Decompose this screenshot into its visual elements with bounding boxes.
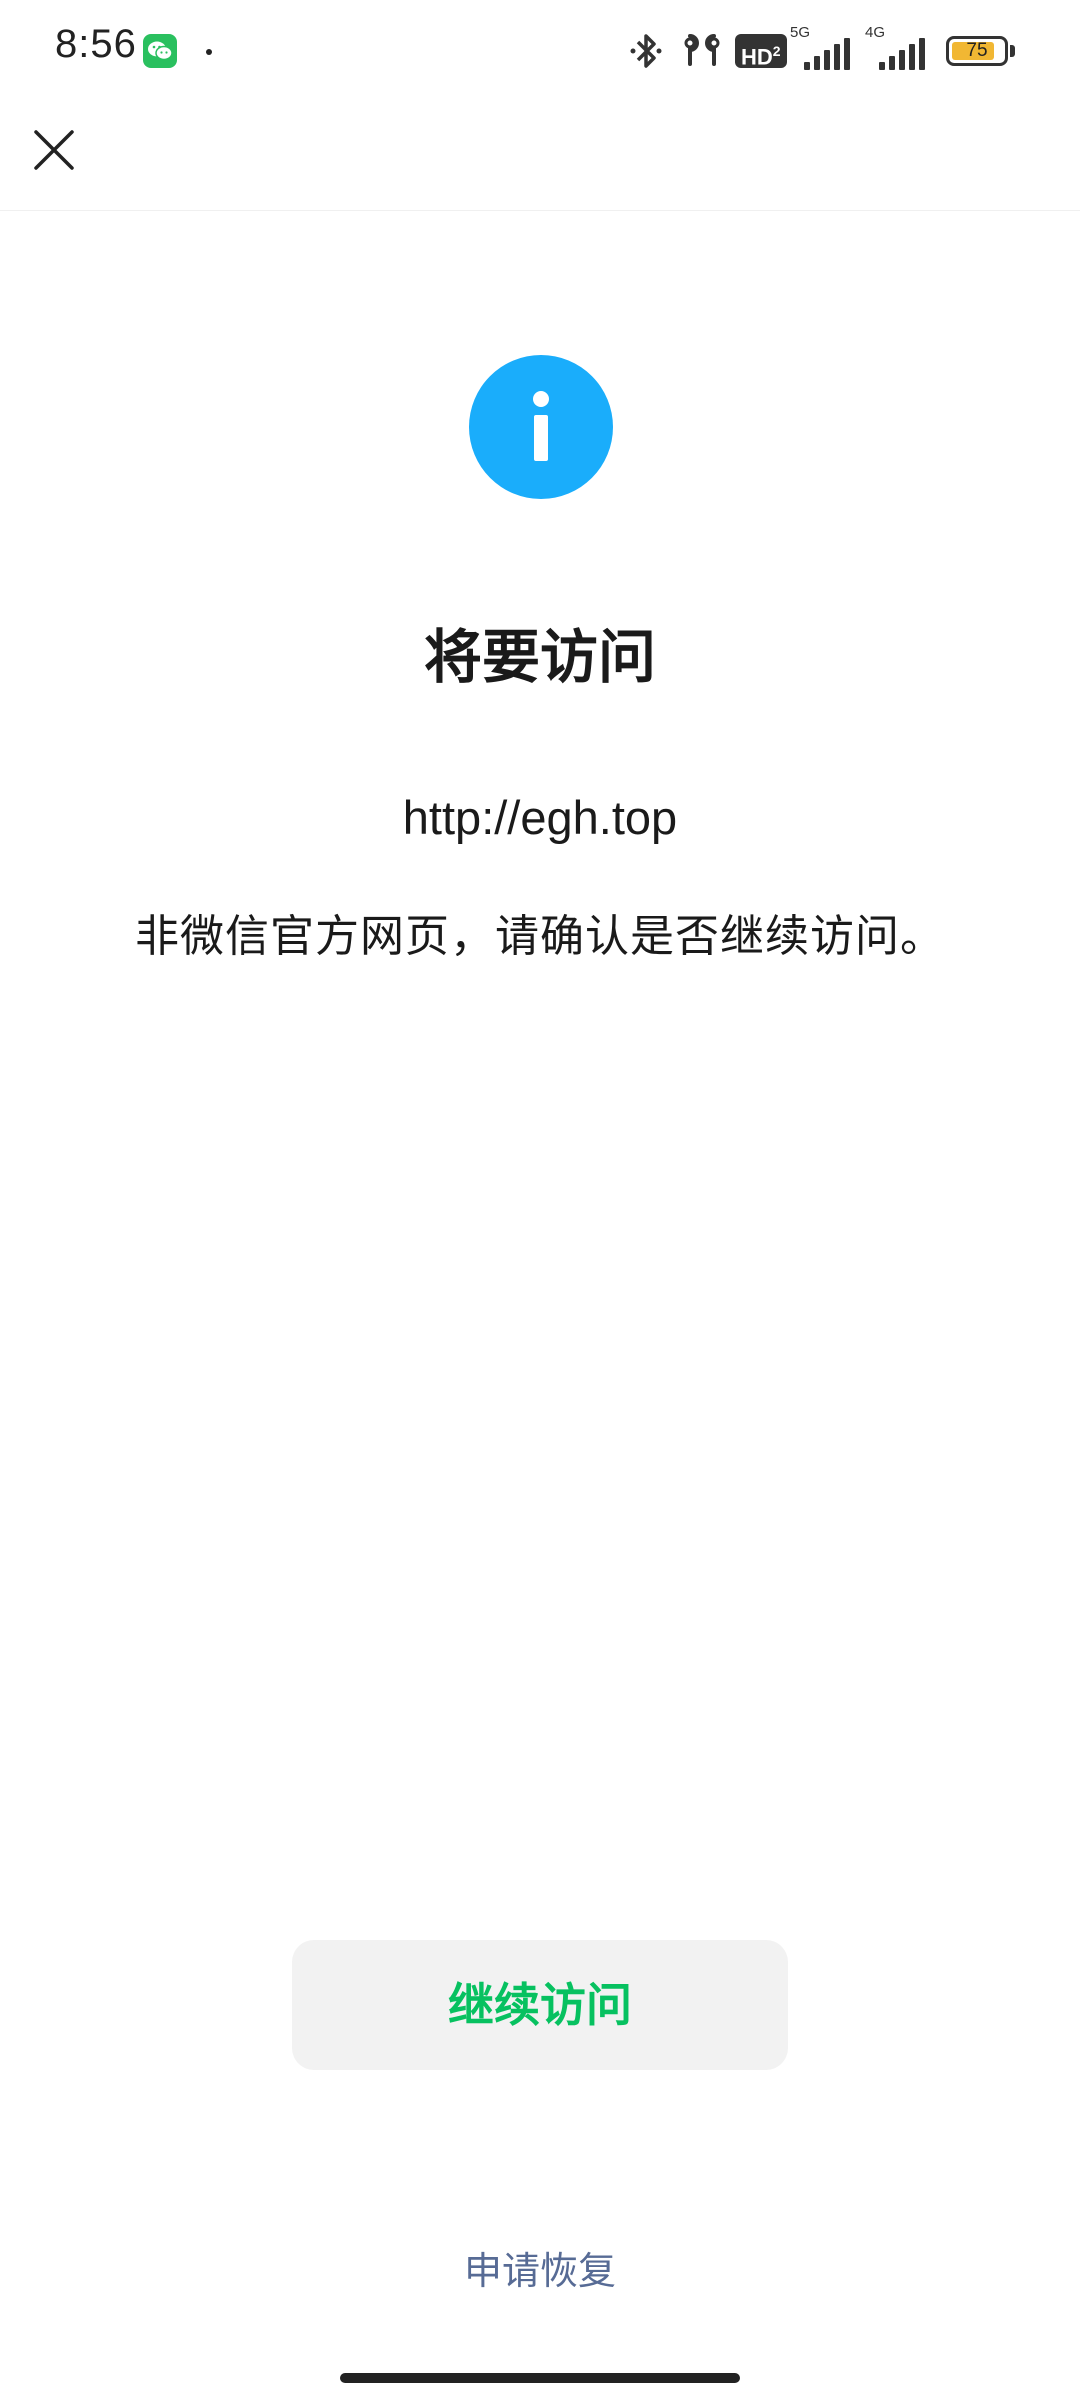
bluetooth-icon — [630, 34, 662, 68]
wechat-icon — [143, 34, 177, 68]
signal-4g-icon: 4G — [865, 24, 925, 70]
home-indicator[interactable] — [340, 2373, 740, 2383]
info-icon-stem — [534, 415, 548, 461]
earbuds-icon — [684, 34, 720, 66]
page-title: 将要访问 — [423, 625, 656, 690]
continue-visit-button[interactable]: 继续访问 — [292, 1940, 788, 2070]
battery-icon: 75 — [946, 36, 1008, 66]
signal-5g-icon: 5G — [790, 24, 850, 70]
hd-sub-label: 2 — [772, 43, 781, 59]
info-icon — [469, 355, 613, 499]
status-bar: 8:56 HD2 5G 4G 75 — [0, 0, 1080, 100]
warning-message: 非微信官方网页，请确认是否继续访问。 — [135, 912, 945, 961]
info-icon-dot — [533, 391, 549, 407]
hd-voice-icon: HD2 — [735, 34, 787, 70]
notification-dot-icon — [206, 49, 212, 55]
hd-label: HD — [741, 44, 773, 70]
status-time: 8:56 — [55, 22, 137, 66]
target-url: http://egh.top — [402, 791, 678, 844]
nav-bar — [0, 100, 1080, 211]
close-button[interactable] — [22, 118, 86, 182]
close-icon — [34, 130, 74, 170]
apply-restore-link[interactable]: 申请恢复 — [0, 2240, 1080, 2295]
battery-level: 75 — [966, 40, 988, 61]
battery-tip — [1010, 45, 1015, 57]
